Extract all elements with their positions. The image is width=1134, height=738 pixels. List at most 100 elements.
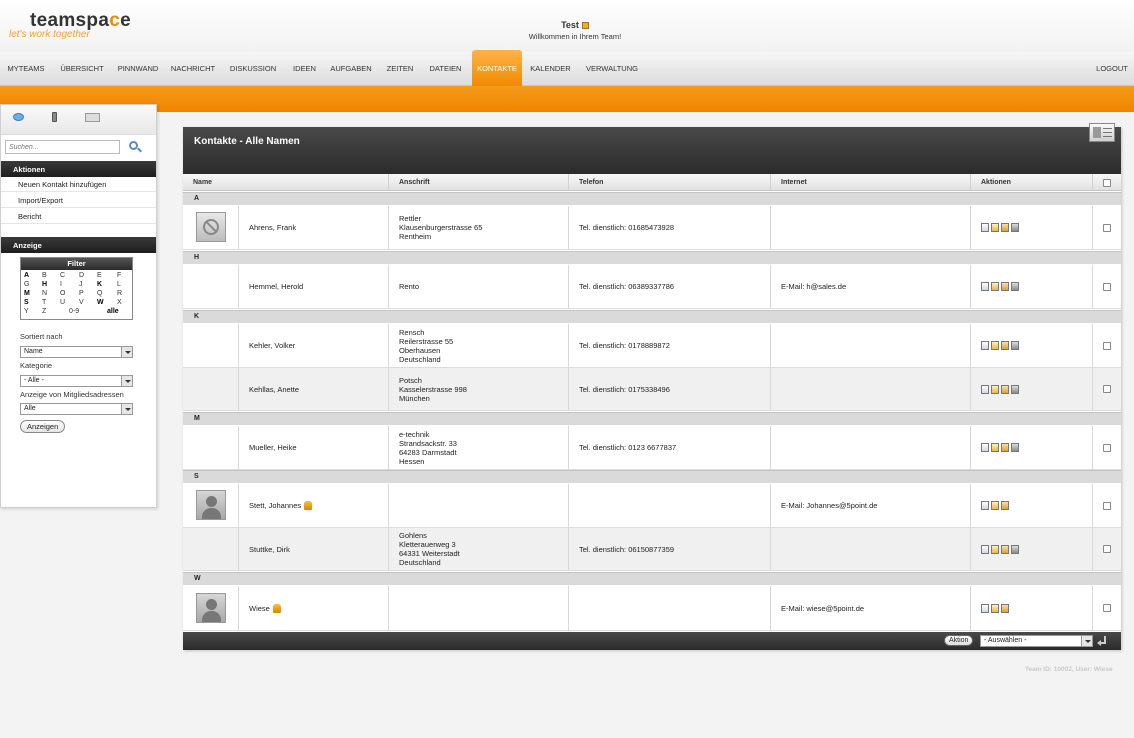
contact-name[interactable]: Wiese (249, 604, 270, 613)
vcard-export-icon[interactable] (1001, 341, 1009, 350)
delete-contact-icon[interactable] (1011, 544, 1019, 554)
contact-name[interactable]: Mueller, Heike (249, 443, 297, 452)
edit-profile-icon[interactable] (581, 22, 589, 30)
filter-letter-p[interactable]: P (79, 290, 84, 297)
vcard-export-icon[interactable] (1001, 544, 1009, 554)
table-row[interactable]: Kehllas, Anette Potsch Kasselerstrasse 998… (183, 368, 1121, 411)
nav-item-diskussion[interactable]: DISKUSSION (222, 52, 284, 86)
delete-contact-icon[interactable] (1011, 341, 1019, 350)
edit-contact-icon[interactable] (991, 544, 999, 554)
delete-contact-icon[interactable] (1011, 223, 1019, 232)
nav-item-verwaltung[interactable]: VERWALTUNG (580, 52, 644, 86)
edit-contact-icon[interactable] (991, 384, 999, 394)
filter-letter-z[interactable]: Z (42, 308, 46, 315)
sidebar-action-neuen-kontakt-hinzufügen[interactable]: Neuen Kontakt hinzufügen (1, 177, 156, 192)
table-row[interactable]: Ahrens, Frank Rettler Klausenburgerstrasse… (183, 206, 1121, 250)
delete-contact-icon[interactable] (1011, 443, 1019, 452)
delete-contact-icon[interactable] (1011, 384, 1019, 394)
view-contact-icon[interactable] (981, 443, 989, 452)
filter-letter-o[interactable]: O (60, 290, 65, 297)
nav-item-aufgaben[interactable]: AUFGABEN (325, 52, 377, 86)
nav-item-kalender[interactable]: KALENDER (524, 52, 577, 86)
contact-name[interactable]: Stett, Johannes (249, 501, 301, 510)
row-checkbox[interactable] (1103, 341, 1111, 350)
view-contact-icon[interactable] (981, 341, 989, 350)
filter-letter-i[interactable]: I (60, 281, 62, 288)
nav-item-ideen[interactable]: IDEEN (287, 52, 322, 86)
sidebar-action-import-export[interactable]: Import/Export (1, 193, 156, 208)
row-checkbox[interactable] (1103, 545, 1111, 553)
filter-letter-t[interactable]: T (42, 299, 46, 306)
filter-letter-g[interactable]: G (24, 281, 29, 288)
view-contact-icon[interactable] (981, 603, 989, 613)
table-row[interactable]: Hemmel, Herold Rento Tel. dienstlich: 0638… (183, 265, 1121, 309)
row-checkbox[interactable] (1103, 501, 1111, 510)
row-checkbox[interactable] (1103, 282, 1111, 291)
enter-icon[interactable] (1097, 635, 1108, 646)
tab-messages[interactable] (13, 113, 24, 121)
filter-letter-u[interactable]: U (60, 299, 65, 306)
table-row[interactable]: Stett, Johannes E-Mail: Johannes@5point.d… (183, 484, 1121, 528)
row-checkbox[interactable] (1103, 604, 1111, 612)
row-checkbox[interactable] (1103, 385, 1111, 393)
contact-name[interactable]: Ahrens, Frank (249, 223, 296, 232)
email-link[interactable]: E-Mail: h@sales.de (781, 282, 846, 291)
view-contact-icon[interactable] (981, 544, 989, 554)
filter-letter-e[interactable]: E (97, 272, 102, 279)
vcard-export-icon[interactable] (1001, 282, 1009, 291)
filter-letter-j[interactable]: J (79, 281, 83, 288)
filter-letter-k[interactable]: K (97, 281, 102, 288)
category-select[interactable]: - Alle - (20, 375, 133, 387)
filter-letter-r[interactable]: R (117, 290, 122, 297)
view-contact-icon[interactable] (981, 384, 989, 394)
member-address-select[interactable]: Alle (20, 403, 133, 415)
table-row[interactable]: Stuttke, Dirk Gohlens Kletterauerweg 3 6433… (183, 528, 1121, 571)
filter-letter-c[interactable]: C (60, 272, 65, 279)
delete-contact-icon[interactable] (1011, 282, 1019, 291)
select-all-checkbox[interactable] (1103, 178, 1111, 187)
sort-select[interactable]: Name (20, 346, 133, 358)
bulk-action-select[interactable]: - Auswählen - (980, 635, 1093, 647)
row-checkbox[interactable] (1103, 443, 1111, 452)
vcard-export-icon[interactable] (1001, 384, 1009, 394)
filter-letter-x[interactable]: X (117, 299, 122, 306)
tab-cards[interactable] (85, 113, 100, 122)
filter-letter-h[interactable]: H (42, 281, 47, 288)
edit-contact-icon[interactable] (991, 603, 999, 613)
vcard-icon[interactable] (1089, 123, 1115, 142)
table-row[interactable]: Wiese E-Mail: wiese@5point.de (183, 586, 1121, 631)
filter-letter-s[interactable]: S (24, 299, 29, 306)
contact-name[interactable]: Kehllas, Anette (249, 385, 299, 394)
search-input[interactable] (5, 140, 120, 154)
filter-letter-l[interactable]: L (117, 281, 121, 288)
edit-contact-icon[interactable] (991, 223, 999, 232)
email-link[interactable]: E-Mail: Johannes@5point.de (781, 501, 877, 510)
nav-item-nachricht[interactable]: NACHRICHT (166, 52, 220, 86)
email-link[interactable]: E-Mail: wiese@5point.de (781, 604, 864, 613)
vcard-export-icon[interactable] (1001, 603, 1009, 613)
filter-letter-d[interactable]: D (79, 272, 84, 279)
filter-letter-f[interactable]: F (117, 272, 121, 279)
nav-item-dateien[interactable]: DATEIEN (423, 52, 468, 86)
sidebar-action-bericht[interactable]: Bericht (1, 209, 156, 224)
row-checkbox[interactable] (1103, 223, 1111, 232)
view-contact-icon[interactable] (981, 501, 989, 510)
filter-letter-n[interactable]: N (42, 290, 47, 297)
filter-letter-alle[interactable]: alle (107, 308, 119, 315)
nav-item-übersicht[interactable]: ÜBERSICHT (55, 52, 109, 86)
filter-letter-m[interactable]: M (24, 290, 30, 297)
filter-letter-b[interactable]: B (42, 272, 47, 279)
vcard-export-icon[interactable] (1001, 223, 1009, 232)
filter-letter-w[interactable]: W (97, 299, 104, 306)
table-row[interactable]: Kehler, Volker Rensch Reilerstrasse 55 Ober… (183, 324, 1121, 368)
edit-contact-icon[interactable] (991, 443, 999, 452)
edit-contact-icon[interactable] (991, 282, 999, 291)
view-contact-icon[interactable] (981, 282, 989, 291)
vcard-export-icon[interactable] (1001, 501, 1009, 510)
filter-letter-q[interactable]: Q (97, 290, 102, 297)
contact-name[interactable]: Hemmel, Herold (249, 282, 303, 291)
show-button[interactable]: Anzeigen (20, 420, 66, 433)
filter-letter-y[interactable]: Y (24, 308, 29, 315)
search-icon[interactable] (128, 140, 142, 154)
table-row[interactable]: Mueller, Heike e-technik Strandsackstr. 33… (183, 426, 1121, 470)
